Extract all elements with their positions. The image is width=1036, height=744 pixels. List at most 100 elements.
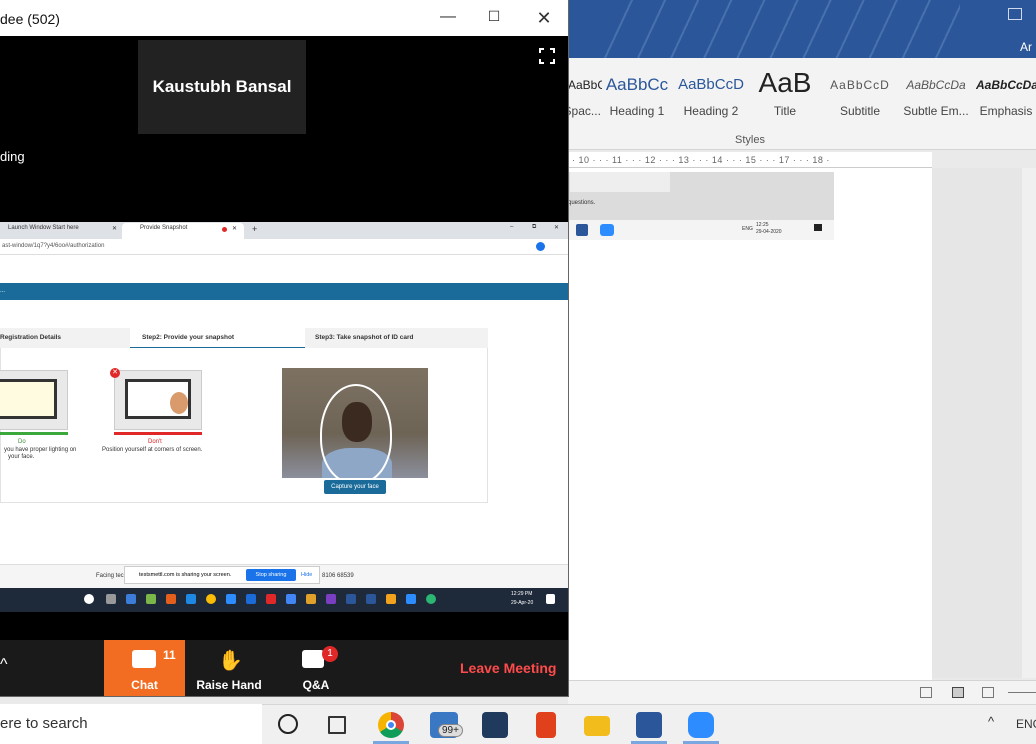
qa-label: Q&A <box>302 678 330 692</box>
raise-hand-button[interactable]: ✋ Raise Hand <box>192 640 266 696</box>
address-bar[interactable]: ast-window/1q7?y4/6oo#/authorization <box>0 239 568 255</box>
step2-label: Step2: Provide your snapshot <box>142 334 235 341</box>
qa-badge: 1 <box>322 646 338 662</box>
url-text: ast-window/1q7?y4/6oo#/authorization <box>2 243 105 249</box>
hide-link[interactable]: Hide <box>301 572 312 578</box>
app-icon[interactable] <box>286 594 296 604</box>
zoom-icon <box>600 224 614 236</box>
task-view-icon[interactable] <box>328 716 346 734</box>
read-mode-icon[interactable] <box>920 687 932 698</box>
thumb-text: questions. <box>568 200 596 206</box>
qa-icon <box>302 650 324 668</box>
app-icon[interactable] <box>386 594 396 604</box>
style-no-spacing[interactable]: AaBbCcDc ¶ No Spac... <box>568 72 602 126</box>
style-label: ¶ No Spac... <box>568 104 601 118</box>
dont-text: Position yourself at corners of screen. <box>102 447 203 453</box>
account-name[interactable]: Ar <box>1020 40 1032 54</box>
style-preview: AaBbCcD <box>830 78 890 92</box>
web-layout-icon[interactable] <box>982 687 994 698</box>
do-text: you have proper lighting on <box>4 447 77 453</box>
app-icon[interactable] <box>482 712 508 738</box>
notification-icon[interactable] <box>546 594 555 604</box>
face-guide-oval <box>320 384 392 478</box>
do-label: Do <box>18 439 26 445</box>
close-icon[interactable]: ✕ <box>554 224 559 231</box>
app-icon[interactable] <box>126 594 136 604</box>
recording-status: ding <box>0 149 25 164</box>
qa-button[interactable]: 1 Q&A <box>284 640 348 696</box>
word-status-bar <box>568 680 1036 704</box>
style-subtitle[interactable]: AaBbCcD Subtitle <box>826 72 894 126</box>
file-explorer-icon[interactable] <box>584 716 610 736</box>
inner-taskbar: 12:29 PM 29-Apr-20 <box>0 588 568 612</box>
zoom-window: dee (502) — ☐ ✕ Kaustubh Bansal ding Lau… <box>0 0 568 696</box>
office-icon[interactable] <box>536 712 556 738</box>
style-emphasis[interactable]: AaBbCcDa Emphasis <box>976 72 1036 126</box>
browser-tab-strip: Launch Window Start here ✕ Provide Snaps… <box>0 222 568 239</box>
ribbon-display-icon[interactable] <box>1008 8 1022 20</box>
style-subtle-emphasis[interactable]: AaBbCcDa Subtle Em... <box>900 72 972 126</box>
participant-video-tile[interactable]: Kaustubh Bansal <box>138 40 306 134</box>
chat-badge: 11 <box>163 648 176 662</box>
tab-close-icon[interactable]: ✕ <box>112 225 117 232</box>
app-icon[interactable] <box>146 594 156 604</box>
minimize-icon[interactable]: – <box>510 224 513 230</box>
site-header-banner: ... <box>0 283 568 300</box>
sharing-text: testsmettl.com is sharing your screen. <box>139 572 232 578</box>
stop-sharing-button[interactable]: Stop sharing <box>246 569 296 581</box>
app-icon[interactable] <box>346 594 356 604</box>
word-icon[interactable] <box>636 712 662 738</box>
taskbar-search-box[interactable]: ere to search <box>0 704 262 744</box>
document-page[interactable] <box>568 168 932 680</box>
styles-group-label: Styles <box>735 134 765 146</box>
app-icon[interactable] <box>326 594 336 604</box>
close-button[interactable]: ✕ <box>534 8 554 29</box>
thumb-date: 29-04-2020 <box>756 229 782 235</box>
edge-icon[interactable] <box>186 594 196 604</box>
profile-icon[interactable] <box>536 242 545 251</box>
chrome-icon[interactable] <box>378 712 404 738</box>
style-label: Heading 2 <box>683 104 739 118</box>
style-label: Subtitle <box>839 104 881 118</box>
phone-number: 8106 68539 <box>322 573 354 579</box>
new-tab-icon[interactable]: + <box>252 224 257 234</box>
style-title[interactable]: AaB Title <box>752 69 818 126</box>
style-heading-1[interactable]: AaBbCc Heading 1 <box>604 72 670 126</box>
minimize-button[interactable]: — <box>438 8 458 26</box>
window-title: dee (502) <box>0 11 60 27</box>
chevron-up-icon[interactable]: ^ <box>0 656 8 674</box>
task-view-icon[interactable] <box>106 594 116 604</box>
zoom-app-icon[interactable] <box>688 712 714 738</box>
maximize-button[interactable]: ☐ <box>484 8 504 25</box>
zoom-slider[interactable] <box>1008 692 1036 693</box>
tab-provide-snapshot[interactable]: Provide Snapshot ✕ <box>122 223 244 239</box>
fullscreen-icon[interactable] <box>539 48 555 64</box>
app-icon[interactable] <box>426 594 436 604</box>
mail-badge: 99+ <box>438 724 463 737</box>
vertical-scrollbar[interactable] <box>1022 168 1036 678</box>
search-icon[interactable] <box>84 594 94 604</box>
word-icon[interactable] <box>366 594 376 604</box>
dont-indicator <box>114 432 202 435</box>
tab-close-icon[interactable]: ✕ <box>232 225 237 232</box>
app-icon[interactable] <box>166 594 176 604</box>
language-indicator[interactable]: ENG <box>1016 717 1036 731</box>
chat-button[interactable]: 11 Chat <box>104 640 185 696</box>
outlook-icon[interactable] <box>246 594 256 604</box>
chevron-up-icon[interactable]: ^ <box>988 714 994 729</box>
explorer-icon[interactable] <box>306 594 316 604</box>
chrome-icon[interactable] <box>206 594 216 604</box>
notification-icon <box>814 224 822 231</box>
zoom-icon[interactable] <box>226 594 236 604</box>
leave-meeting-button[interactable]: Leave Meeting <box>460 660 556 676</box>
zoom-icon[interactable] <box>406 594 416 604</box>
video-area <box>0 612 568 640</box>
dont-example-image <box>114 370 202 430</box>
restore-icon[interactable]: ⧉ <box>532 224 536 231</box>
style-preview: AaBbCcD <box>678 76 744 93</box>
print-layout-icon[interactable] <box>952 687 964 698</box>
pdf-icon[interactable] <box>266 594 276 604</box>
style-heading-2[interactable]: AaBbCcD Heading 2 <box>678 72 744 126</box>
capture-face-button[interactable]: Capture your face <box>324 480 386 494</box>
cortana-icon[interactable] <box>278 714 298 734</box>
